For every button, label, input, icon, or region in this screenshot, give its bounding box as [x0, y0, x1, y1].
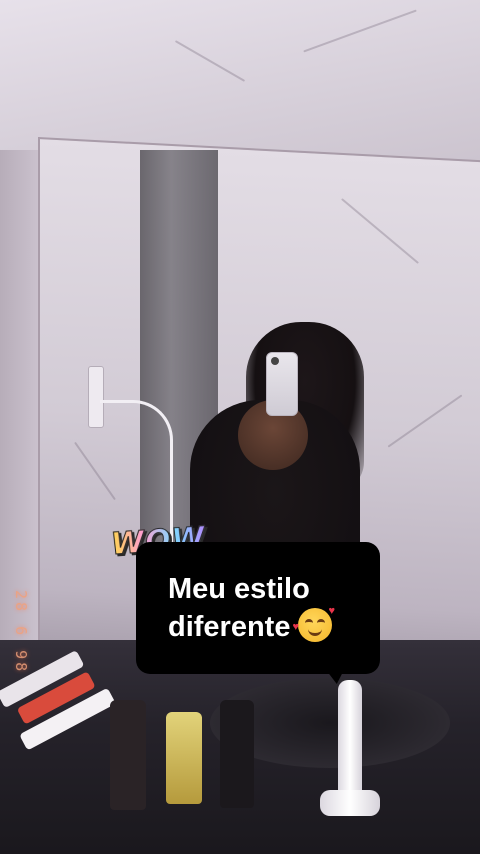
caption-box[interactable]: Meu estilo diferente ♥ ♥: [136, 542, 380, 674]
bottle: [220, 700, 254, 808]
date-stamp: 28 6 98: [12, 590, 30, 675]
photo-background: 28 6 98: [0, 0, 480, 854]
smiling-face-with-hearts-icon: ♥ ♥: [292, 606, 335, 642]
phone-camera: [271, 357, 279, 365]
caption-line-2: diferente ♥ ♥: [168, 605, 336, 644]
bottle: [166, 712, 202, 804]
caption-line-1: Meu estilo: [168, 573, 310, 605]
faucet: [320, 680, 380, 820]
bottle: [110, 700, 146, 810]
